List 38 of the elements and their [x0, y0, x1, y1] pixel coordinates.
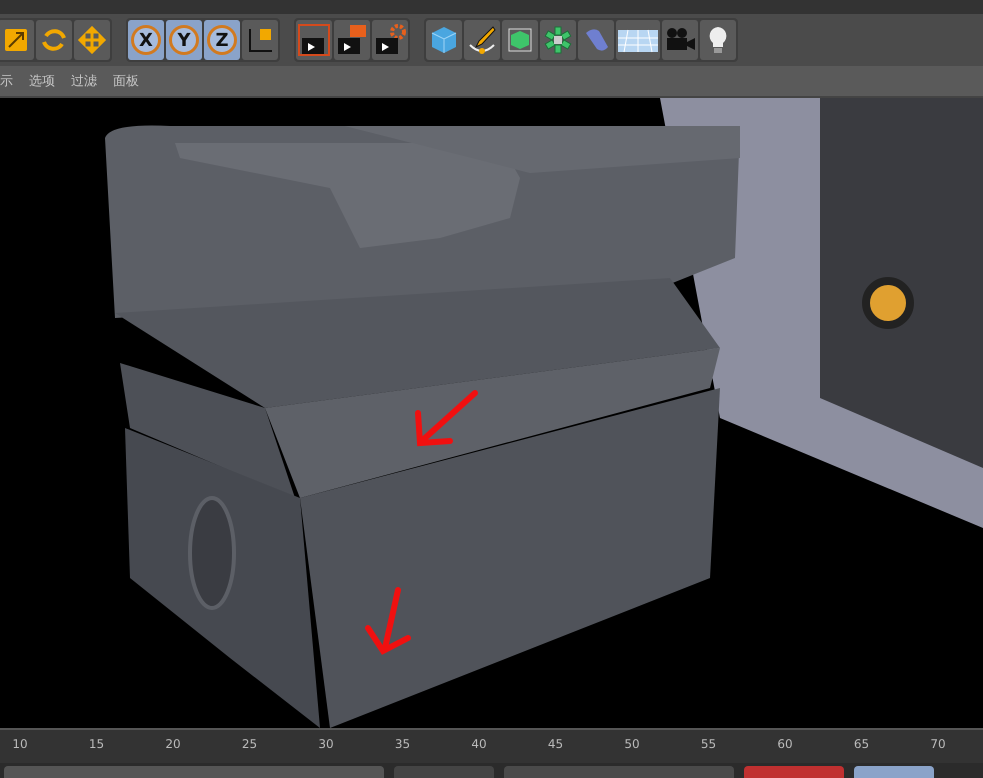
- axis-toggle-button[interactable]: Y: [166, 20, 202, 60]
- frame-number: 65: [852, 737, 870, 751]
- frame-number: 40: [470, 737, 488, 751]
- menu-item[interactable]: 面板: [113, 72, 139, 90]
- rotate-icon: [40, 26, 68, 54]
- frame-number: 35: [394, 737, 412, 751]
- toolbar-button[interactable]: [464, 20, 500, 60]
- timeline-ruler[interactable]: 10 15 20 25 30 35 40 45 50 55 60 65 70: [0, 728, 983, 763]
- annotation-arrow: [415, 390, 478, 446]
- scale-icon: [3, 27, 29, 53]
- frame-number: 45: [546, 737, 564, 751]
- pen-icon: [467, 25, 497, 55]
- annotation-arrow: [365, 587, 411, 655]
- clapboard-icon: [336, 24, 368, 56]
- cloner-icon: [543, 25, 573, 55]
- frame-number: 50: [623, 737, 641, 751]
- axis-toggle-button[interactable]: X: [128, 20, 164, 60]
- frame-number: 70: [929, 737, 947, 751]
- clapboard-icon: [298, 24, 330, 56]
- move-icon: [78, 26, 106, 54]
- clapboard-gear-icon: [374, 24, 406, 56]
- cube-icon: [429, 25, 459, 55]
- frame-number: 15: [88, 737, 106, 751]
- toolbar-button[interactable]: [242, 20, 278, 60]
- frame-number: 10: [11, 737, 29, 751]
- frame-number: 20: [164, 737, 182, 751]
- toolbar-button[interactable]: [616, 20, 660, 60]
- menu-item[interactable]: 示: [0, 72, 13, 90]
- menu-item[interactable]: 过滤: [71, 72, 97, 90]
- frame-number: 30: [317, 737, 335, 751]
- menu-item[interactable]: 选项: [29, 72, 55, 90]
- 3d-viewport[interactable]: [0, 98, 983, 728]
- frame-number: 60: [776, 737, 794, 751]
- frame-number: 25: [240, 737, 258, 751]
- frame-field[interactable]: [394, 766, 494, 778]
- axis-toggle-button[interactable]: Z: [204, 20, 240, 60]
- frame-number: 55: [700, 737, 718, 751]
- toolbar-button[interactable]: [700, 20, 736, 60]
